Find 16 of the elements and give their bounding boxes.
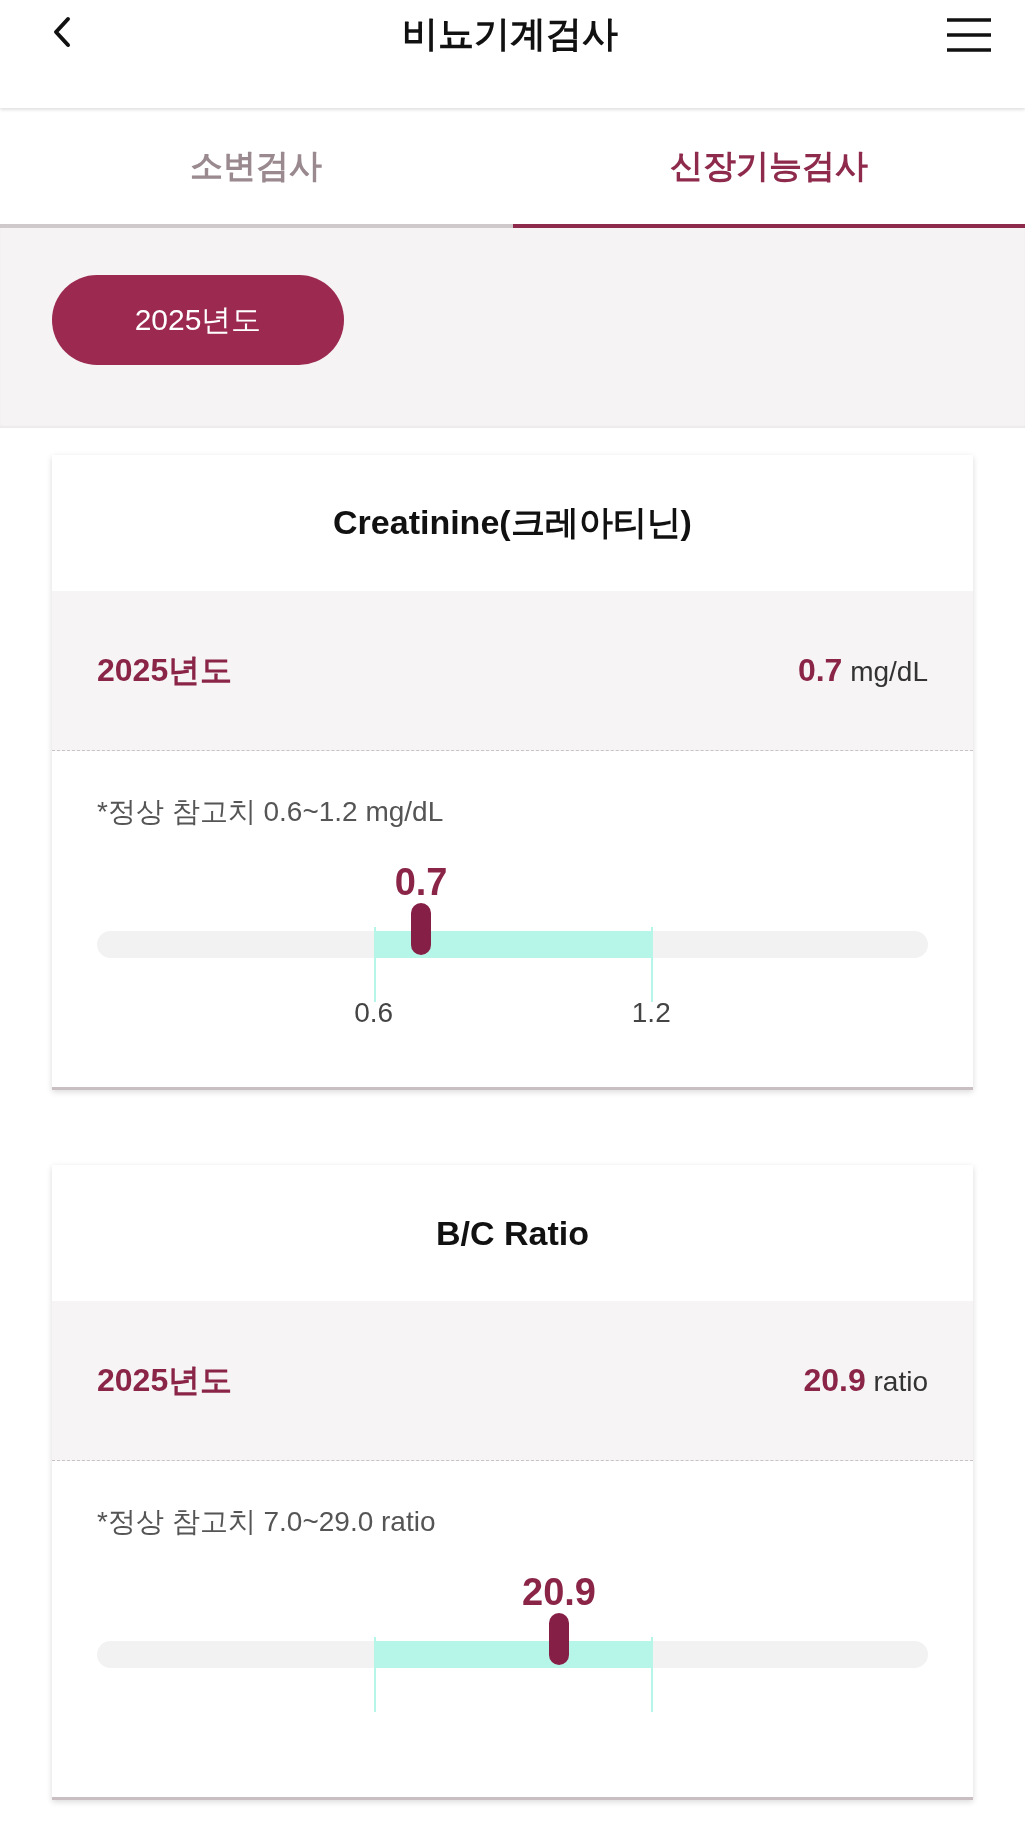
page-title: 비뇨기계검사 xyxy=(401,14,618,54)
range-low-label: 0.6 xyxy=(354,997,394,1029)
reference-range-text: *정상 참고치 7.0~29.0 ratio xyxy=(97,1505,437,1539)
result-year: 2025년도 xyxy=(97,1360,233,1400)
year-filter-button[interactable]: 2025년도 xyxy=(52,275,344,365)
reference-range-text: *정상 참고치 0.6~1.2 mg/dL xyxy=(97,795,445,829)
range-high-label: 1.2 xyxy=(631,997,671,1029)
card-title: B/C Ratio xyxy=(435,1212,590,1254)
marker-value: 0.7 xyxy=(394,861,448,904)
result-year: 2025년도 xyxy=(97,650,233,690)
marker-value: 20.9 xyxy=(522,1571,596,1614)
card-title: Creatinine(크레아티닌) xyxy=(332,502,693,543)
back-icon[interactable] xyxy=(52,16,72,48)
menu-icon[interactable] xyxy=(947,18,991,52)
result-value: 0.7 mg/dL xyxy=(797,652,928,689)
result-value: 20.9 ratio xyxy=(803,1362,928,1399)
